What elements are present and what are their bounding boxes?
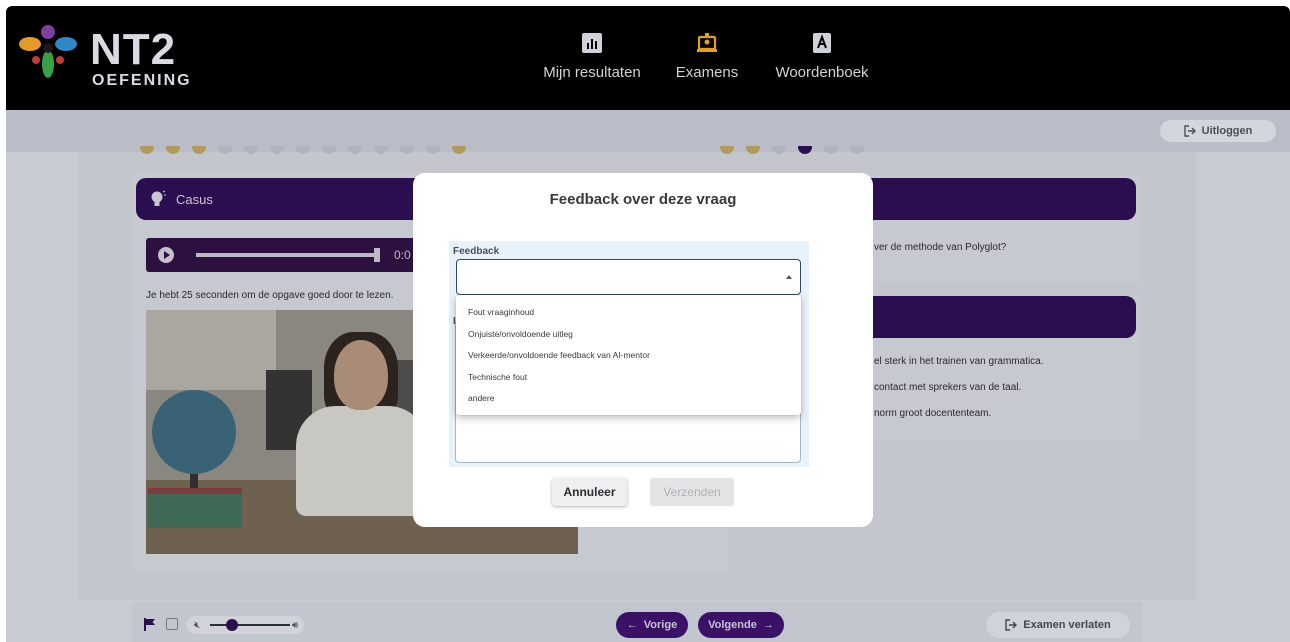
arrow-left-icon: ← <box>626 619 638 631</box>
progress-dot[interactable] <box>452 146 466 154</box>
casus-title: Casus <box>176 191 213 207</box>
volume-control: 🔇︎ 🔊︎ <box>186 616 304 634</box>
logout-label: Uitloggen <box>1201 125 1253 137</box>
progress-dot[interactable] <box>426 146 440 154</box>
top-navigation-bar: NT2 OEFENING Mijn resultaten Examens Woo… <box>6 6 1290 110</box>
dialog-title: Feedback over deze vraag <box>549 191 737 208</box>
dropdown-option[interactable]: Onjuiste/onvoldoende uitleg <box>468 329 573 339</box>
feedback-type-select[interactable] <box>456 259 801 295</box>
progress-dot[interactable] <box>374 146 388 154</box>
feedback-field-label: Feedback <box>453 246 500 257</box>
progress-dot[interactable] <box>140 146 154 154</box>
progress-dot-current[interactable] <box>798 146 812 154</box>
answer-option[interactable]: contact met sprekers van de taal. <box>874 382 1021 393</box>
progress-dot[interactable] <box>824 146 838 154</box>
mark-checkbox[interactable] <box>166 618 178 630</box>
nav-results-label: Mijn resultaten <box>543 64 641 81</box>
progress-dot[interactable] <box>850 146 864 154</box>
exit-exam-label: Examen verlaten <box>1023 619 1111 631</box>
nav-dictionary-label: Woordenboek <box>775 64 869 81</box>
dropdown-option[interactable]: andere <box>468 393 494 403</box>
progress-dot[interactable] <box>772 146 786 154</box>
answer-option[interactable]: norm groot docententeam. <box>874 408 991 419</box>
nav-item-exams[interactable]: Examens <box>674 32 740 92</box>
exit-icon <box>1005 619 1018 631</box>
flag-icon[interactable] <box>144 618 156 631</box>
video-scene <box>146 310 276 390</box>
logo[interactable]: NT2 OEFENING <box>16 20 216 90</box>
logo-subtitle: OEFENING <box>92 72 192 89</box>
next-button[interactable]: Volgende → <box>698 612 784 638</box>
progress-dot[interactable] <box>720 146 734 154</box>
dictionary-icon <box>813 33 831 53</box>
feedback-dialog: Feedback over deze vraag Feedback L Fout… <box>413 173 873 527</box>
audio-progress-handle[interactable] <box>374 248 380 262</box>
progress-dot[interactable] <box>218 146 232 154</box>
video-scene <box>296 406 428 516</box>
bar-chart-icon <box>582 33 602 53</box>
video-scene <box>152 390 236 474</box>
progress-dot[interactable] <box>348 146 362 154</box>
audio-progress-track[interactable] <box>196 253 378 257</box>
progress-dot[interactable] <box>192 146 206 154</box>
reading-instruction: Je hebt 25 seconden om de opgave goed do… <box>146 290 394 301</box>
progress-dot[interactable] <box>166 146 180 154</box>
lightbulb-icon <box>151 190 166 206</box>
progress-dot[interactable] <box>270 146 284 154</box>
nav-exams-label: Examens <box>675 64 739 81</box>
play-button[interactable] <box>158 247 174 263</box>
volume-up-icon[interactable]: 🔊︎ <box>292 620 298 631</box>
logout-icon <box>1183 125 1196 137</box>
exam-icon <box>697 33 717 52</box>
progress-dot[interactable] <box>322 146 336 154</box>
nav-item-results[interactable]: Mijn resultaten <box>542 32 642 92</box>
dropdown-option[interactable]: Fout vraaginhoud <box>468 307 534 317</box>
progress-dot[interactable] <box>746 146 760 154</box>
exit-exam-button[interactable]: Examen verlaten <box>986 612 1130 638</box>
answer-option[interactable]: el sterk in het trainen van grammatica. <box>874 356 1044 367</box>
audio-player: 0:0 <box>146 238 416 272</box>
previous-button[interactable]: ← Vorige <box>616 612 688 638</box>
volume-slider-thumb[interactable] <box>226 619 238 631</box>
submit-button[interactable]: Verzenden <box>650 478 734 506</box>
question-progress <box>140 146 880 156</box>
next-label: Volgende <box>708 619 757 631</box>
video-scene <box>148 488 242 528</box>
caret-up-icon <box>786 275 792 279</box>
question-text: ver de methode van Polyglot? <box>874 242 1007 253</box>
audio-time: 0:0 <box>394 248 411 262</box>
video-scene <box>334 340 388 410</box>
logo-title: NT2 <box>90 25 177 74</box>
dropdown-option[interactable]: Technische fout <box>468 372 527 382</box>
nav-item-dictionary[interactable]: Woordenboek <box>772 32 872 92</box>
volume-slider-track[interactable] <box>210 624 290 626</box>
logo-flower-icon <box>19 25 77 78</box>
feedback-type-dropdown: Fout vraaginhoud Onjuiste/onvoldoende ui… <box>456 295 801 415</box>
volume-mute-icon[interactable]: 🔇︎ <box>194 620 200 631</box>
dropdown-option[interactable]: Verkeerde/onvoldoende feedback van AI-me… <box>468 350 650 360</box>
logout-button[interactable]: Uitloggen <box>1160 120 1276 142</box>
cancel-button[interactable]: Annuleer <box>552 478 627 506</box>
progress-dot[interactable] <box>296 146 310 154</box>
progress-dot[interactable] <box>244 146 258 154</box>
arrow-right-icon: → <box>762 619 774 631</box>
progress-dot[interactable] <box>400 146 414 154</box>
previous-label: Vorige <box>643 619 678 631</box>
